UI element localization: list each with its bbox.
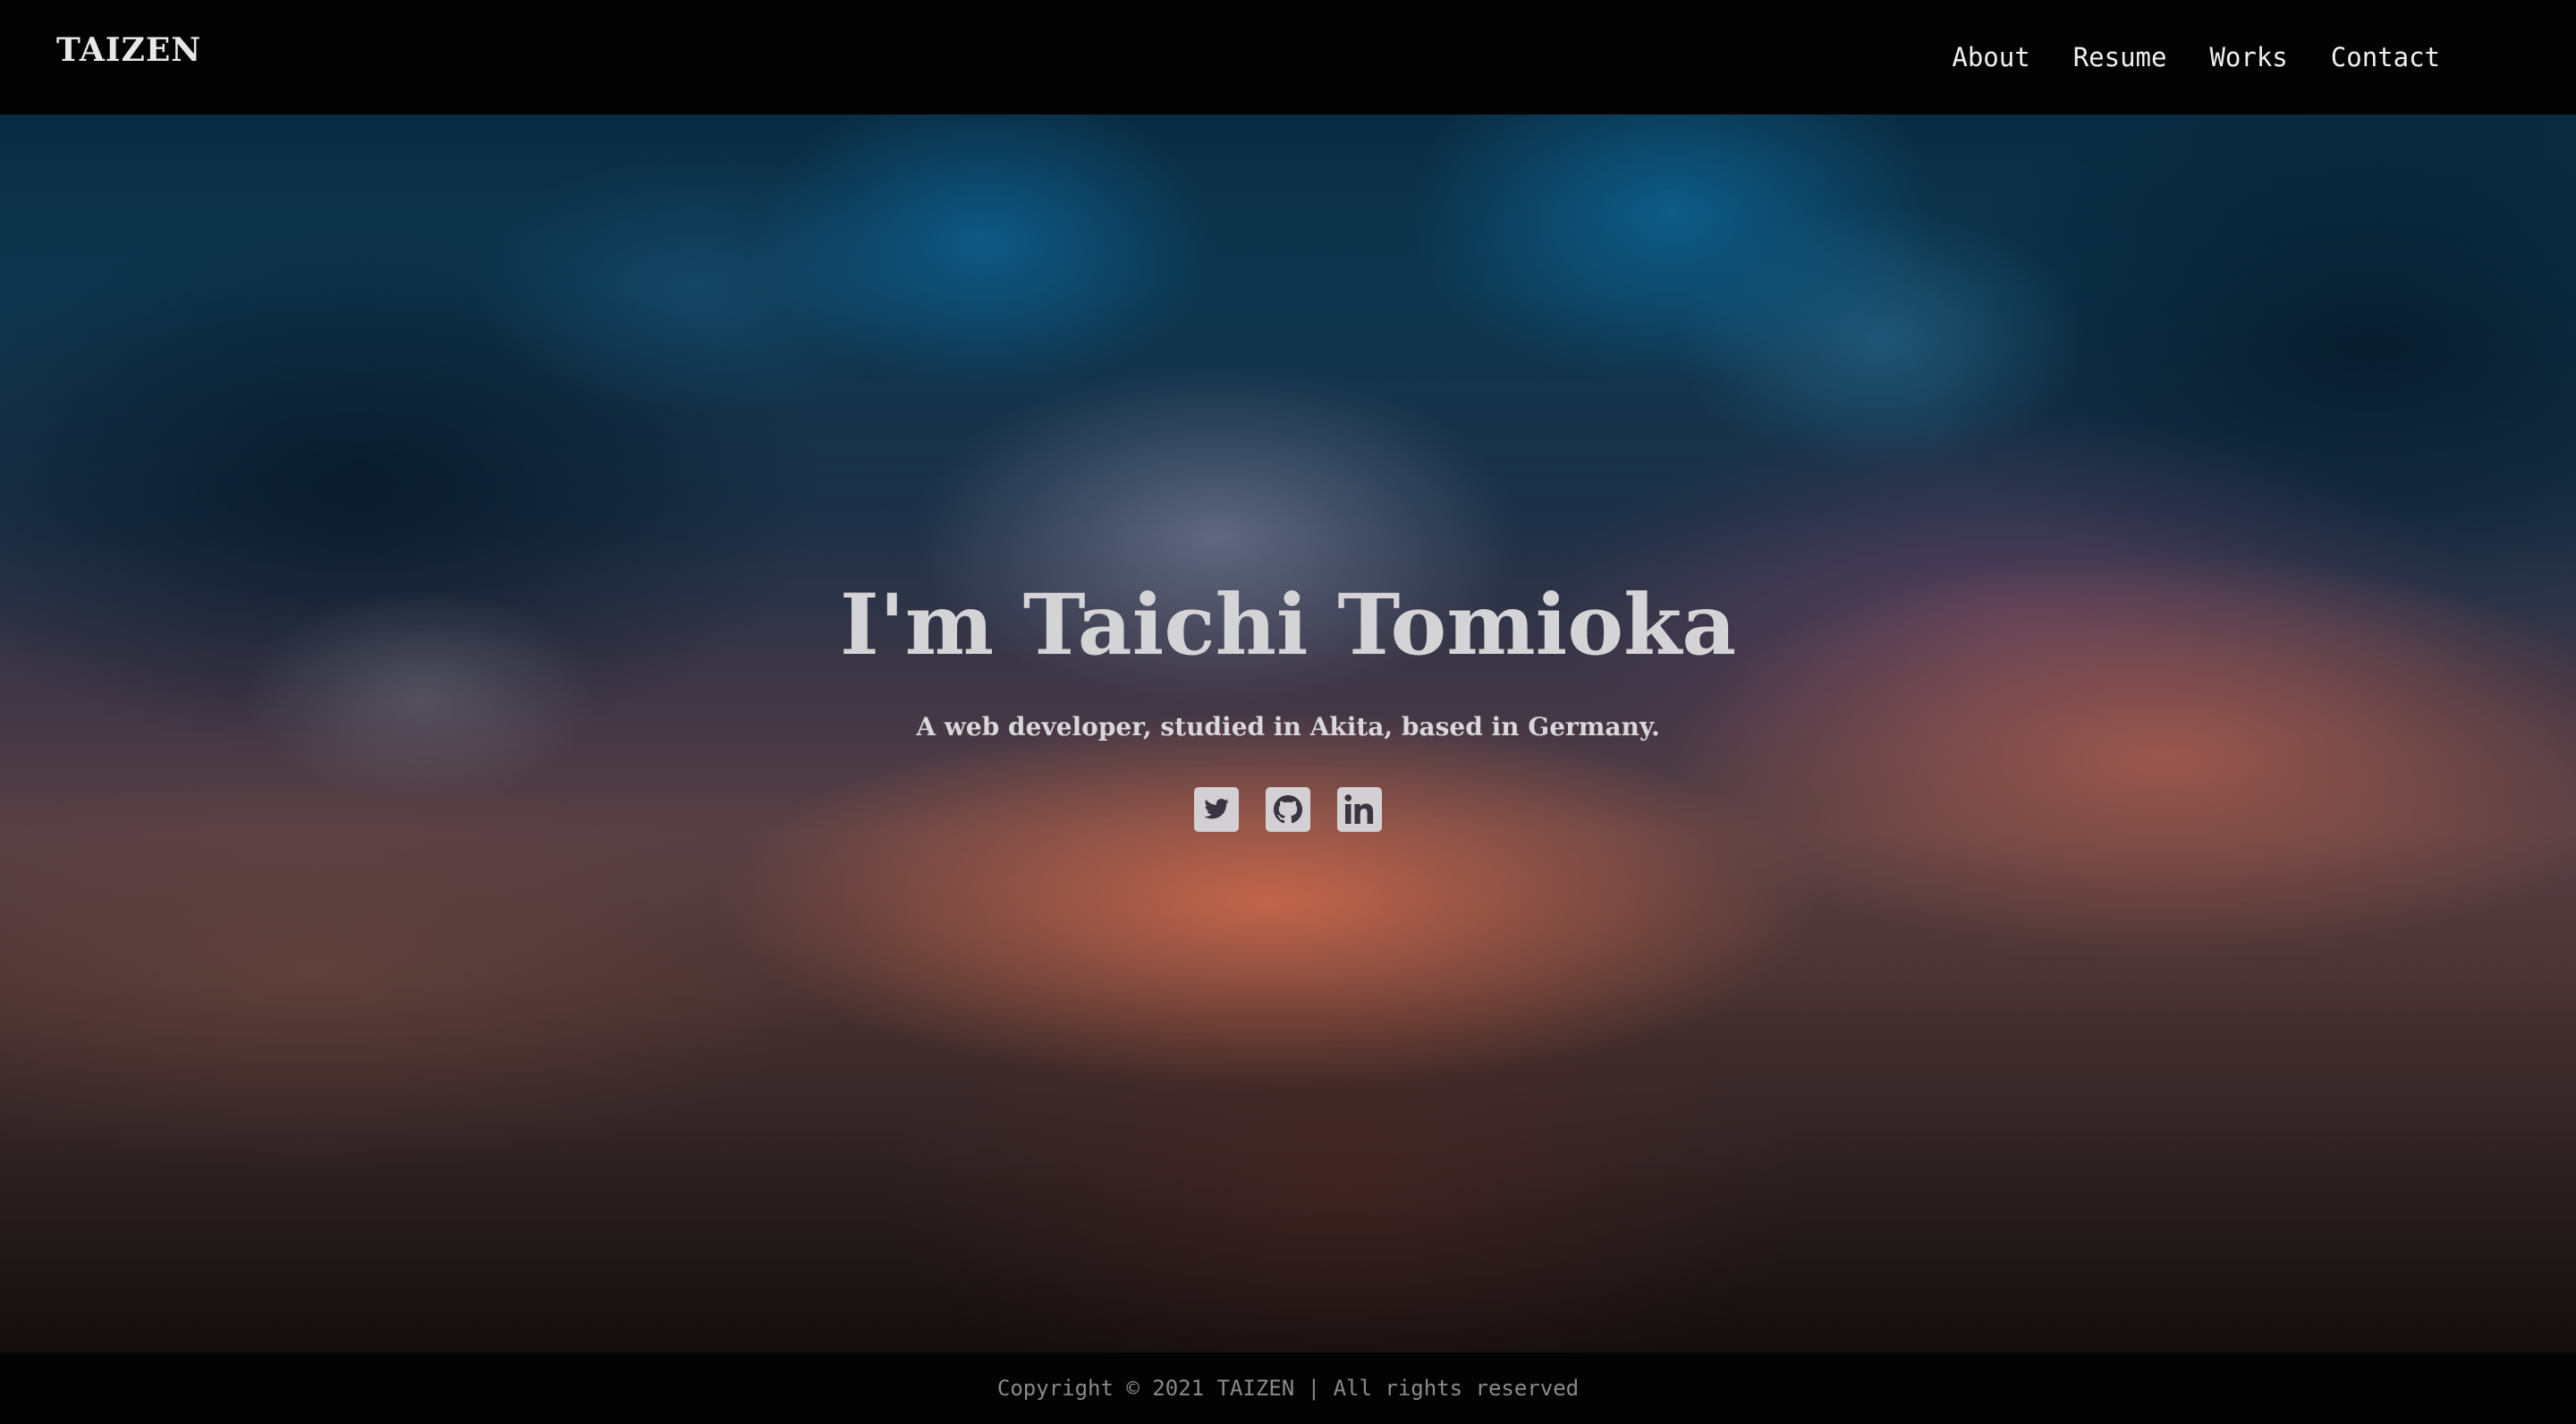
hero-title: I'm Taichi Tomioka (839, 576, 1737, 674)
nav-link-works[interactable]: Works (2209, 42, 2287, 72)
linkedin-icon (1337, 787, 1382, 832)
nav-link-resume[interactable]: Resume (2073, 42, 2167, 72)
copyright-text: Copyright © 2021 TAIZEN | All rights res… (996, 1376, 1580, 1401)
nav-link-about[interactable]: About (1952, 42, 2029, 72)
site-header: TAIZEN About Resume Works Contact (0, 0, 2576, 114)
main-nav: About Resume Works Contact (1952, 0, 2440, 114)
site-logo[interactable]: TAIZEN (56, 34, 201, 66)
hero-section: I'm Taichi Tomioka A web developer, stud… (0, 114, 2576, 1352)
linkedin-link[interactable] (1337, 787, 1382, 832)
github-link[interactable] (1266, 787, 1310, 832)
site-footer: Copyright © 2021 TAIZEN | All rights res… (0, 1352, 2576, 1424)
nav-link-contact[interactable]: Contact (2331, 42, 2440, 72)
github-icon (1266, 787, 1310, 832)
hero-subtitle: A web developer, studied in Akita, based… (916, 712, 1660, 742)
twitter-icon (1194, 787, 1239, 832)
twitter-link[interactable] (1194, 787, 1239, 832)
page: TAIZEN About Resume Works Contact I'm Ta… (0, 0, 2576, 1424)
social-links (0, 787, 2576, 832)
